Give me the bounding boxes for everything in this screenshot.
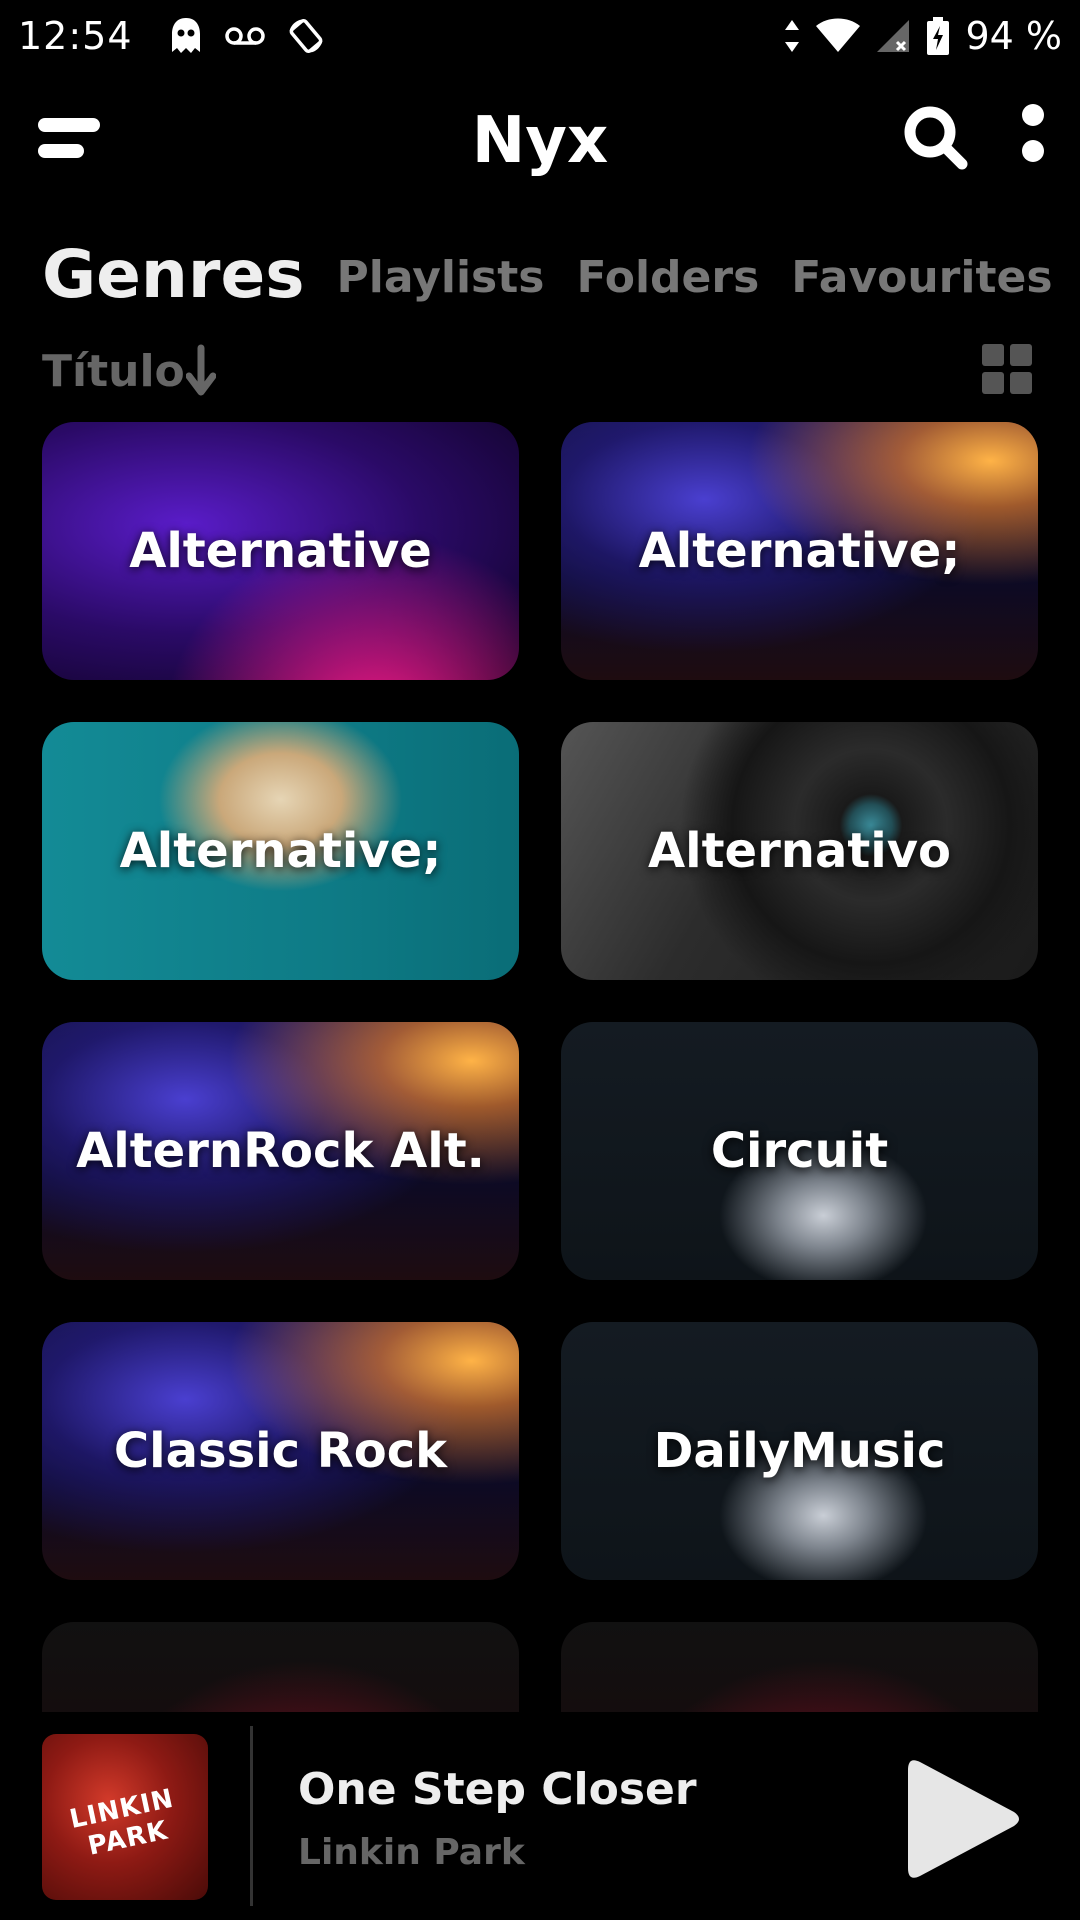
red-stage-image <box>561 1622 1038 1712</box>
grid-cell <box>1010 372 1032 394</box>
grid-cell <box>1010 344 1032 366</box>
genre-label: Circuit <box>710 1123 889 1179</box>
genre-card[interactable]: AlternRock Alt. <box>42 1022 519 1280</box>
status-right-icons: 94 % <box>783 14 1062 58</box>
grid-view-icon[interactable] <box>982 344 1034 396</box>
mini-player[interactable]: LINKIN PARK One Step Closer Linkin Park <box>0 1712 1080 1920</box>
genre-card[interactable]: Alternativo <box>561 722 1038 980</box>
status-bar: 12:54 94 % <box>0 0 1080 72</box>
sort-label[interactable]: Título <box>42 346 185 397</box>
track-artist[interactable]: Linkin Park <box>298 1832 525 1873</box>
album-art[interactable]: LINKIN PARK <box>42 1734 208 1900</box>
genre-label: AlternRock Alt. <box>76 1123 485 1179</box>
battery-percent: 94 % <box>965 14 1062 58</box>
genre-card[interactable]: DailyMusic <box>561 1322 1038 1580</box>
grid-cell <box>982 372 1004 394</box>
search-icon[interactable] <box>902 104 968 170</box>
wifi-icon <box>816 18 861 52</box>
genre-card[interactable]: Alternative; <box>561 422 1038 680</box>
genre-label: DailyMusic <box>653 1423 946 1479</box>
genre-card[interactable] <box>561 1622 1038 1712</box>
app-bar: Nyx <box>0 90 1080 190</box>
genre-label: Alternative; <box>638 523 961 579</box>
tab-playlists[interactable]: Playlists <box>337 256 545 308</box>
status-time: 12:54 <box>18 14 133 58</box>
rotate-icon <box>289 18 322 54</box>
more-vert-dot <box>1022 140 1044 162</box>
sort-row: Título <box>42 344 1034 400</box>
voicemail-icon <box>224 27 265 45</box>
more-options-button[interactable] <box>1018 104 1048 174</box>
arrow-down-icon[interactable] <box>186 344 216 396</box>
ghost-icon <box>171 18 200 53</box>
genre-label: Alternative; <box>119 823 442 879</box>
genre-card[interactable] <box>42 1622 519 1712</box>
genre-label: Alternative <box>129 523 432 579</box>
genre-label: Classic Rock <box>113 1423 448 1479</box>
tab-folders[interactable]: Folders <box>576 256 759 308</box>
library-tabs: Genres Playlists Folders Favourites <box>42 228 1053 308</box>
tab-genres[interactable]: Genres <box>42 242 305 308</box>
play-icon[interactable] <box>906 1754 1024 1884</box>
battery-charging-icon <box>927 17 950 55</box>
tab-favourites[interactable]: Favourites <box>791 256 1052 308</box>
track-title[interactable]: One Step Closer <box>298 1764 697 1815</box>
genre-grid: Alternative Alternative; Alternative; Al… <box>42 422 1038 1712</box>
album-art-text: LINKIN PARK <box>67 1783 177 1862</box>
data-arrows-icon <box>785 20 800 52</box>
status-left-icons <box>169 16 325 56</box>
genre-card[interactable]: Classic Rock <box>42 1322 519 1580</box>
player-divider <box>250 1726 253 1906</box>
genre-card[interactable]: Alternative; <box>42 722 519 980</box>
more-vert-icon <box>1022 104 1044 126</box>
genre-label: Alternativo <box>648 823 951 879</box>
grid-cell <box>982 344 1004 366</box>
genre-card[interactable]: Circuit <box>561 1022 1038 1280</box>
red-stage-image <box>42 1622 519 1712</box>
signal-icon <box>877 20 910 52</box>
genre-card[interactable]: Alternative <box>42 422 519 680</box>
